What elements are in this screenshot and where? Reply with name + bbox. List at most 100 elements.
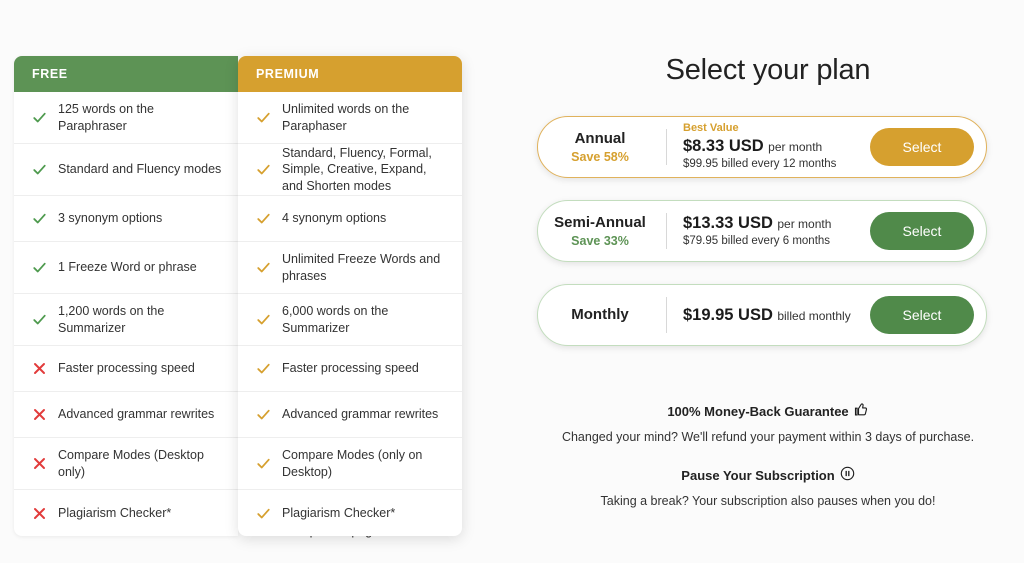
check-icon bbox=[256, 407, 271, 422]
table-row: Faster processing speed bbox=[14, 346, 238, 392]
table-row: Unlimited words on the Paraphaser bbox=[238, 92, 462, 144]
plan-card-list: Annual Save 58% Best Value $8.33 USD per mo… bbox=[537, 116, 987, 368]
plan-price: $13.33 USD bbox=[683, 214, 773, 233]
feature-label: Unlimited Freeze Words and phrases bbox=[282, 252, 441, 283]
plan-billing-note: $79.95 billed every 6 months bbox=[683, 235, 831, 248]
plan-card-monthly[interactable]: Monthly $19.95 USD billed monthly Select bbox=[537, 284, 987, 346]
select-button-annual[interactable]: Select bbox=[870, 128, 974, 166]
free-column-header: FREE bbox=[14, 56, 238, 92]
table-row: Advanced grammar rewrites bbox=[238, 392, 462, 438]
check-icon bbox=[32, 211, 47, 226]
plan-price-box: $13.33 USD per month $79.95 billed every … bbox=[667, 213, 870, 248]
feature-label: 6,000 words on the Summarizer bbox=[282, 304, 389, 335]
premium-feature-list: Unlimited words on the Paraphaser Standar… bbox=[238, 92, 462, 536]
feature-label: Compare Modes (only on Desktop) bbox=[282, 448, 423, 479]
plan-price-unit: per month bbox=[768, 140, 823, 155]
select-button-semi-annual[interactable]: Select bbox=[870, 212, 974, 250]
check-icon bbox=[256, 361, 271, 376]
page-title: Select your plan bbox=[665, 54, 871, 86]
cross-icon bbox=[32, 506, 47, 521]
thumbs-up-icon bbox=[854, 402, 869, 420]
cross-icon bbox=[32, 361, 47, 376]
feature-label: Advanced grammar rewrites bbox=[58, 407, 215, 422]
plan-price-box: Best Value $8.33 USD per month $99.95 bill… bbox=[667, 122, 870, 171]
feature-label: 3 synonym options bbox=[58, 211, 163, 226]
plan-price-line: $8.33 USD per month bbox=[683, 136, 870, 157]
free-column: FREE 125 words on the Paraphraser Standar… bbox=[14, 56, 238, 536]
plan-savings-badge: Save 33% bbox=[571, 233, 629, 248]
feature-label: Compare Modes (Desktop only) bbox=[58, 448, 204, 479]
comparison-table: FREE 125 words on the Paraphraser Standar… bbox=[14, 56, 462, 536]
plan-price: $19.95 USD bbox=[683, 305, 773, 324]
plan-card-annual[interactable]: Annual Save 58% Best Value $8.33 USD per mo… bbox=[537, 116, 987, 178]
table-row: Standard, Fluency, Formal, Simple, Creat… bbox=[238, 144, 462, 196]
table-row: Plagiarism Checker* bbox=[14, 490, 238, 536]
feature-label: Plagiarism Checker* bbox=[58, 505, 172, 520]
check-icon bbox=[256, 506, 271, 521]
pause-subscription: Pause Your Subscription Taking a break? … bbox=[512, 466, 1024, 508]
feature-label: Unlimited words on the Paraphaser bbox=[282, 102, 410, 133]
plan-name-box: Semi-Annual Save 33% bbox=[538, 213, 666, 249]
table-row: 3 synonym options bbox=[14, 196, 238, 242]
table-row: 125 words on the Paraphraser bbox=[14, 92, 238, 144]
plan-price: $8.33 USD bbox=[683, 137, 764, 156]
feature-label: Advanced grammar rewrites bbox=[282, 407, 439, 422]
plan-price-line: $13.33 USD per month bbox=[683, 213, 870, 234]
feature-label: 1 Freeze Word or phrase bbox=[58, 260, 197, 275]
pause-circle-icon bbox=[840, 466, 855, 484]
cross-icon bbox=[32, 407, 47, 422]
plan-price-unit: per month bbox=[777, 217, 832, 232]
table-row: 6,000 words on the Summarizer bbox=[238, 294, 462, 346]
money-back-guarantee: 100% Money-Back Guarantee Changed your m… bbox=[512, 402, 1024, 444]
plan-price-box: $19.95 USD billed monthly bbox=[667, 305, 870, 326]
check-icon bbox=[256, 312, 271, 327]
premium-column: PREMIUM Unlimited words on the Paraphase… bbox=[238, 56, 462, 536]
feature-label: Plagiarism Checker* bbox=[282, 505, 396, 520]
table-row: Plagiarism Checker* bbox=[238, 490, 462, 536]
check-icon bbox=[256, 260, 271, 275]
table-row: Standard and Fluency modes bbox=[14, 144, 238, 196]
guarantee-heading-text: 100% Money-Back Guarantee bbox=[667, 403, 849, 419]
table-row: Compare Modes (only on Desktop) bbox=[238, 438, 462, 490]
feature-comparison-pane: FREE 125 words on the Paraphraser Standar… bbox=[0, 0, 512, 563]
plan-billing-note: $99.95 billed every 12 months bbox=[683, 158, 837, 171]
feature-label: Standard and Fluency modes bbox=[58, 162, 222, 177]
check-icon bbox=[32, 312, 47, 327]
select-button-monthly[interactable]: Select bbox=[870, 296, 974, 334]
guarantee-body: Changed your mind? We'll refund your pay… bbox=[561, 429, 975, 444]
pause-heading-text: Pause Your Subscription bbox=[681, 467, 835, 483]
plan-name: Annual bbox=[574, 130, 626, 148]
check-icon bbox=[32, 162, 47, 177]
plan-name-box: Annual Save 58% bbox=[538, 129, 666, 165]
plan-card-semi-annual[interactable]: Semi-Annual Save 33% $13.33 USD per month $… bbox=[537, 200, 987, 262]
table-row: Faster processing speed bbox=[238, 346, 462, 392]
best-value-badge: Best Value bbox=[683, 122, 739, 135]
feature-label: Standard, Fluency, Formal, Simple, Creat… bbox=[282, 145, 432, 193]
free-feature-list: 125 words on the Paraphraser Standard and… bbox=[14, 92, 238, 536]
pause-body: Taking a break? Your subscription also p… bbox=[600, 493, 936, 508]
table-row: Compare Modes (Desktop only) bbox=[14, 438, 238, 490]
plan-name: Semi-Annual bbox=[554, 214, 646, 232]
plan-selector-pane: Select your plan Annual Save 58% Best Valu… bbox=[512, 0, 1024, 563]
check-icon bbox=[256, 211, 271, 226]
pause-heading: Pause Your Subscription bbox=[681, 466, 854, 484]
feature-label: Faster processing speed bbox=[58, 361, 195, 376]
table-row: Advanced grammar rewrites bbox=[14, 392, 238, 438]
feature-label: Faster processing speed bbox=[282, 361, 419, 376]
plan-price-line: $19.95 USD billed monthly bbox=[683, 305, 870, 326]
premium-column-header: PREMIUM bbox=[238, 56, 462, 92]
feature-label: 1,200 words on the Summarizer bbox=[58, 304, 165, 335]
guarantee-heading: 100% Money-Back Guarantee bbox=[667, 402, 868, 420]
check-icon bbox=[256, 162, 271, 177]
plan-name-box: Monthly bbox=[538, 305, 666, 325]
table-row: 1,200 words on the Summarizer bbox=[14, 294, 238, 346]
plan-savings-badge: Save 58% bbox=[571, 149, 629, 164]
table-row: 1 Freeze Word or phrase bbox=[14, 242, 238, 294]
check-icon bbox=[32, 260, 47, 275]
check-icon bbox=[256, 456, 271, 471]
plan-name: Monthly bbox=[571, 306, 629, 324]
feature-label: 4 synonym options bbox=[282, 211, 387, 226]
table-row: Unlimited Freeze Words and phrases bbox=[238, 242, 462, 294]
plan-price-unit: billed monthly bbox=[777, 308, 851, 323]
table-row: 4 synonym options bbox=[238, 196, 462, 242]
